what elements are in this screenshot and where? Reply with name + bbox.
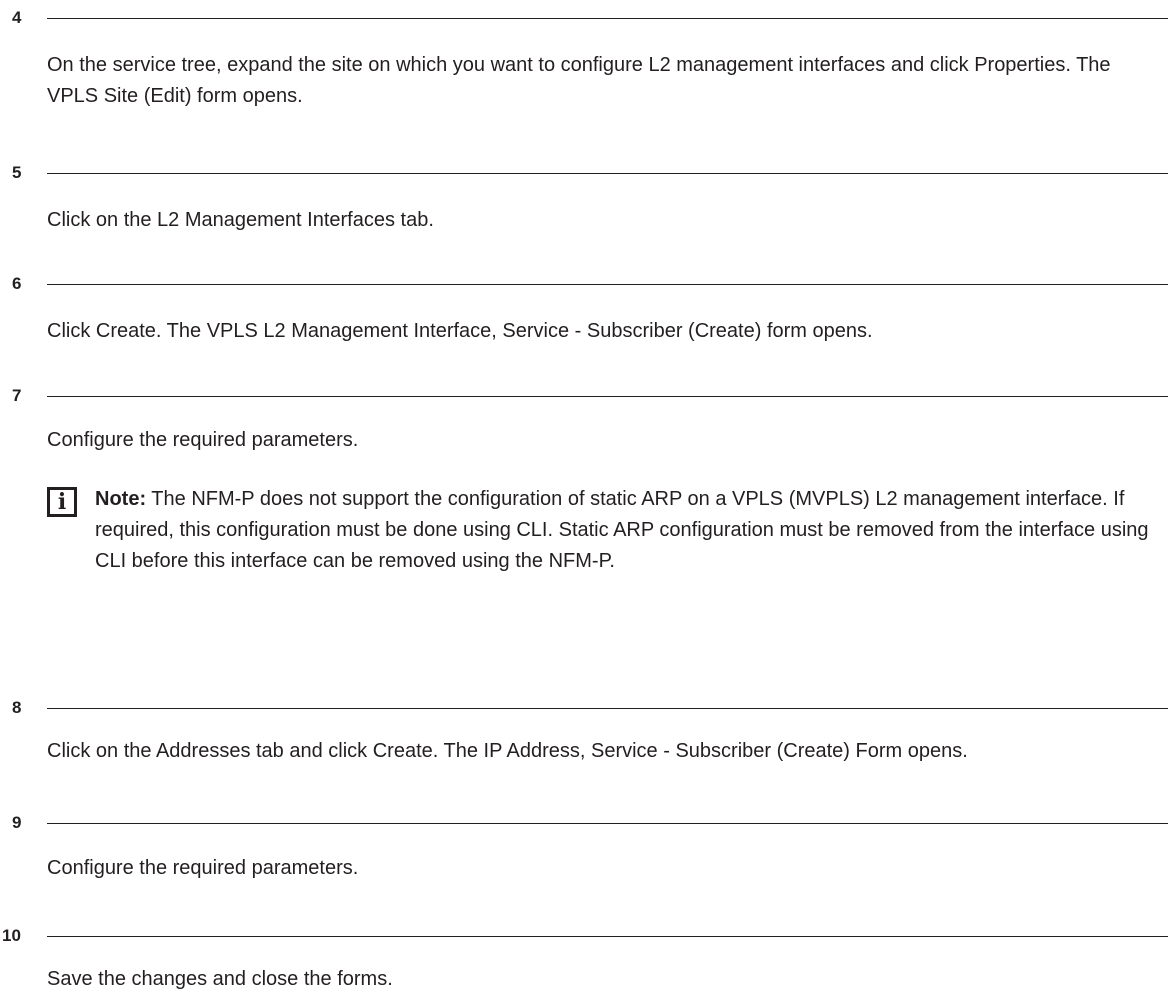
step-number: 8 — [12, 698, 22, 717]
step-number: 5 — [12, 163, 22, 182]
step-5: 5 Click on the L2 Management Interfaces … — [0, 163, 1174, 231]
note-body: The NFM-P does not support the configura… — [95, 488, 1149, 572]
step-divider — [47, 823, 1168, 824]
info-icon: i — [47, 487, 77, 517]
step-number: 6 — [12, 274, 22, 293]
step-divider — [47, 708, 1168, 709]
step-text: Configure the required parameters. — [47, 857, 359, 879]
step-9: 9 Configure the required parameters. — [0, 813, 1174, 879]
step-divider — [47, 173, 1168, 174]
step-header: 9 — [0, 813, 1174, 835]
step-header: 4 — [0, 8, 1174, 30]
step-header: 10 — [0, 926, 1174, 948]
step-divider — [47, 284, 1168, 285]
step-header: 8 — [0, 698, 1174, 720]
step-7: 7 Configure the required parameters. i N… — [0, 386, 1174, 572]
step-8: 8 Click on the Addresses tab and click C… — [0, 698, 1174, 762]
note-text: Note: The NFM-P does not support the con… — [95, 484, 1169, 577]
step-number: 10 — [2, 926, 21, 945]
step-4: 4 On the service tree, expand the site o… — [0, 8, 1174, 107]
step-number: 7 — [12, 386, 22, 405]
step-6: 6 Click Create. The VPLS L2 Management I… — [0, 274, 1174, 342]
step-text: Click Create. The VPLS L2 Management Int… — [47, 320, 873, 342]
step-text: Save the changes and close the forms. — [47, 968, 393, 990]
step-header: 6 — [0, 274, 1174, 296]
step-text: Click on the Addresses tab and click Cre… — [47, 740, 968, 762]
step-divider — [47, 18, 1168, 19]
step-header: 5 — [0, 163, 1174, 185]
step-divider — [47, 396, 1168, 397]
step-number: 4 — [12, 8, 22, 27]
step-header: 7 — [0, 386, 1174, 408]
step-text: On the service tree, expand the site on … — [47, 54, 1111, 107]
step-divider — [47, 936, 1168, 937]
note-label: Note: — [95, 488, 147, 510]
step-text: Click on the L2 Management Interfaces ta… — [47, 209, 434, 231]
step-10: 10 Save the changes and close the forms. — [0, 926, 1174, 990]
step-text: Configure the required parameters. — [47, 429, 359, 451]
step-number: 9 — [12, 813, 22, 832]
